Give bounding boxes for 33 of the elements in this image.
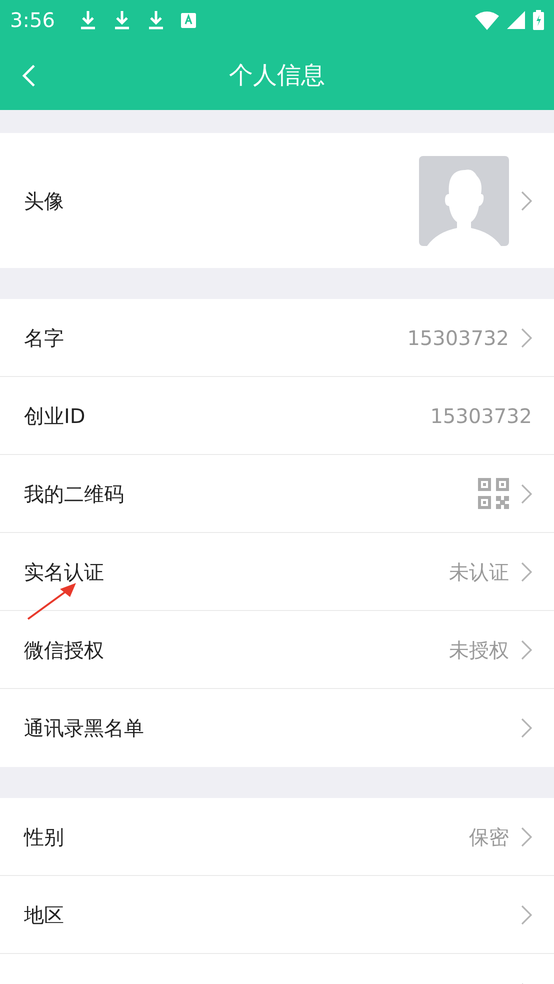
row-label: 头像 [24,188,64,214]
row-value: 15303732 [407,324,509,352]
row-label: 名字 [24,324,64,352]
page-title: 个人信息 [229,60,325,91]
settings-row[interactable]: 地区 [0,876,554,954]
status-time: 3:56 [10,7,55,34]
back-icon [22,63,36,88]
app-notification-icon [180,12,196,28]
settings-row[interactable]: 通讯录黑名单 [0,689,554,767]
row-label: 性别 [24,824,64,850]
wifi-icon [475,10,499,30]
battery-icon [533,10,544,30]
row-value: 未授权 [449,636,509,664]
row-value: 保密 [469,824,509,850]
row-label: 地区 [24,902,64,928]
settings-row[interactable]: 我的二维码 [0,455,554,533]
row-label: 通讯录黑名单 [24,715,144,742]
row-label: 我的二维码 [24,480,124,508]
row-value: 未认证 [449,558,509,586]
settings-row[interactable]: 名字 15303732 [0,299,554,377]
row-value: 15303732 [430,402,532,430]
settings-row[interactable]: 微信授权 未授权 [0,611,554,689]
download-icon [78,10,97,30]
row-label: 实名认证 [24,558,104,586]
settings-row[interactable]: 性别 保密 [0,798,554,876]
qr-code-icon [478,478,509,509]
download-icon [112,10,131,30]
row-label: 微信授权 [24,636,104,664]
signal-icon [507,11,525,29]
settings-row[interactable]: 创业ID 15303732 [0,377,554,455]
settings-row[interactable]: 头像 [0,133,554,268]
row-label: 创业ID [24,402,86,430]
download-icon [146,10,165,30]
